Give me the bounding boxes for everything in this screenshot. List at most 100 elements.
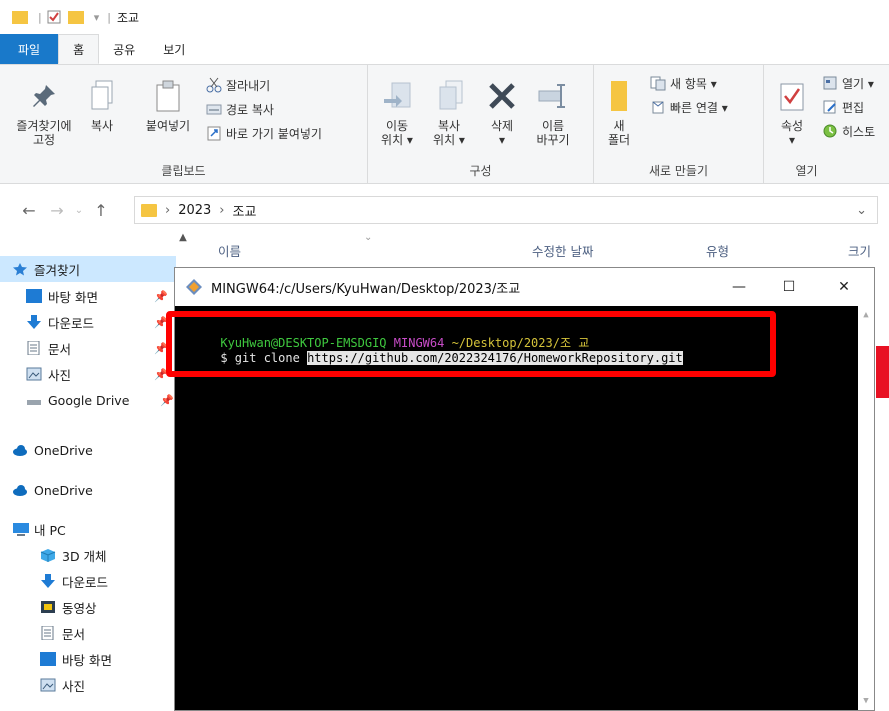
terminal-titlebar[interactable]: MINGW64:/c/Users/KyuHwan/Desktop/2023/조교… <box>175 268 874 306</box>
sidebar-item-onedrive-2[interactable]: OneDrive <box>0 477 176 503</box>
pictures-icon <box>26 367 42 381</box>
new-folder-qa-icon[interactable] <box>67 10 84 24</box>
sidebar-item-desktop[interactable]: 바탕 화면 📌 <box>0 283 176 309</box>
sidebar-item-label: 문서 <box>48 341 72 357</box>
scroll-down-icon[interactable]: ▼ <box>858 696 874 706</box>
computer-icon <box>12 522 29 536</box>
minimize-button[interactable]: — <box>715 268 763 306</box>
easy-access-button[interactable]: 빠른 연결 ▾ <box>650 97 728 117</box>
copy-path-icon <box>206 101 222 117</box>
window-titlebar: | ▾ | 조교 <box>0 0 889 34</box>
star-icon <box>12 262 28 276</box>
cut-button[interactable]: 잘라내기 <box>206 75 270 95</box>
sidebar-item-3d-objects[interactable]: 3D 개체 <box>0 542 176 568</box>
delete-icon <box>486 79 518 113</box>
breadcrumb-current[interactable]: 조교 <box>233 201 257 220</box>
address-bar[interactable]: › 2023 › 조교 ⌄ <box>134 196 878 224</box>
recent-locations-icon[interactable]: ⌄ <box>68 205 90 216</box>
easy-access-label: 빠른 연결 ▾ <box>670 100 728 115</box>
column-name[interactable]: 이름 <box>218 241 241 260</box>
new-folder-icon <box>603 79 635 113</box>
paste-button[interactable]: 붙여넣기 <box>140 79 196 133</box>
pin-label-2: 고정 <box>32 133 56 147</box>
terminal-scrollbar[interactable]: ▲ ▼ <box>858 306 874 710</box>
sidebar-scroll-up-icon[interactable]: ▲ <box>176 232 190 250</box>
properties-dropdown-icon[interactable]: ▾ <box>789 133 795 147</box>
open-icon <box>822 75 838 91</box>
edit-button[interactable]: 편집 <box>822 97 864 117</box>
qa-separator: | <box>38 10 42 24</box>
sidebar-item-desktop-pc[interactable]: 바탕 화면 <box>0 646 176 672</box>
breadcrumb-2023[interactable]: 2023 <box>178 203 211 218</box>
folder-icon <box>141 203 157 217</box>
scroll-up-icon[interactable]: ▲ <box>858 310 874 320</box>
qa-separator-2: | <box>107 10 111 24</box>
cloud-icon <box>12 443 28 457</box>
copy-icon <box>86 79 118 113</box>
sidebar-item-documents[interactable]: 문서 📌 <box>0 335 176 361</box>
move-to-label-2: 위치 ▾ <box>381 133 413 147</box>
copy-button[interactable]: 복사 <box>84 79 120 133</box>
maximize-button[interactable]: ☐ <box>765 268 813 306</box>
qa-dropdown-icon[interactable]: ▾ <box>94 11 100 24</box>
sidebar-item-label: 사진 <box>48 367 72 383</box>
move-to-button[interactable]: 이동 위치 ▾ <box>374 79 420 147</box>
sidebar-item-quick-access[interactable]: 즐겨찾기 <box>0 256 176 282</box>
open-button[interactable]: 열기 ▾ <box>822 73 874 93</box>
delete-button[interactable]: 삭제 ▾ <box>482 79 522 147</box>
up-icon[interactable]: ↑ <box>90 201 112 220</box>
new-folder-label-1: 새 <box>613 119 625 133</box>
download-icon <box>40 574 56 588</box>
pin-icon: 📌 <box>160 393 174 407</box>
column-size[interactable]: 크기 <box>848 241 871 260</box>
sidebar-item-this-pc[interactable]: 내 PC <box>0 516 176 542</box>
desktop-icon <box>40 652 56 666</box>
copy-path-button[interactable]: 경로 복사 <box>206 99 274 119</box>
sidebar-item-google-drive[interactable]: Google Drive 📌 <box>0 387 176 413</box>
group-new-label: 새로 만들기 <box>648 164 708 178</box>
history-button[interactable]: 히스토 <box>822 121 875 141</box>
sidebar-item-pictures[interactable]: 사진 📌 <box>0 361 176 387</box>
pin-icon <box>28 79 60 113</box>
delete-dropdown-icon[interactable]: ▾ <box>499 133 505 147</box>
cube-icon <box>40 548 56 562</box>
sidebar-item-pictures-pc[interactable]: 사진 <box>0 672 176 698</box>
back-icon[interactable]: ← <box>18 201 40 220</box>
forward-icon[interactable]: → <box>46 201 68 220</box>
address-dropdown-icon[interactable]: ⌄ <box>856 203 867 218</box>
close-button[interactable]: ✕ <box>820 268 868 306</box>
properties-button[interactable]: 속성 ▾ <box>774 79 810 147</box>
folder-icon <box>12 10 28 24</box>
sidebar-item-documents-pc[interactable]: 문서 <box>0 620 176 646</box>
desktop-icon <box>26 289 42 303</box>
sidebar-item-label: 바탕 화면 <box>62 652 112 668</box>
film-icon <box>40 600 56 614</box>
breadcrumb-sep-2: › <box>219 202 225 218</box>
tab-file[interactable]: 파일 <box>0 34 59 64</box>
sidebar-item-label: 즐겨찾기 <box>34 262 81 278</box>
rename-label-1: 이름 <box>541 119 565 133</box>
paste-shortcut-button[interactable]: 바로 가기 붙여넣기 <box>206 123 322 143</box>
sidebar-item-downloads[interactable]: 다운로드 📌 <box>0 309 176 335</box>
tab-share[interactable]: 공유 <box>99 34 149 64</box>
column-type[interactable]: 유형 <box>706 241 729 260</box>
sidebar-item-onedrive-1[interactable]: OneDrive <box>0 437 176 463</box>
copy-to-button[interactable]: 복사 위치 ▾ <box>426 79 472 147</box>
pin-to-quick-access-button[interactable]: 즐겨찾기에 고정 <box>8 79 80 147</box>
new-item-button[interactable]: 새 항목 ▾ <box>650 73 717 93</box>
sidebar-item-videos[interactable]: 동영상 <box>0 594 176 620</box>
column-date[interactable]: 수정한 날짜 <box>532 241 593 260</box>
tab-home[interactable]: 홈 <box>58 34 100 64</box>
sidebar-item-downloads-pc[interactable]: 다운로드 <box>0 568 176 594</box>
delete-label: 삭제 <box>490 119 514 133</box>
sidebar-item-label: 다운로드 <box>62 574 109 590</box>
properties-check-icon[interactable] <box>46 9 62 25</box>
navigation-pane: 즐겨찾기 바탕 화면 📌 다운로드 📌 문서 📌 사진 📌 Google Dri… <box>0 232 176 711</box>
new-folder-button[interactable]: 새 폴더 <box>604 79 634 147</box>
history-label: 히스토 <box>842 124 876 139</box>
sidebar-item-label: 사진 <box>62 678 86 694</box>
rename-button[interactable]: 이름 바꾸기 <box>528 79 578 147</box>
tab-view[interactable]: 보기 <box>149 34 199 64</box>
column-collapse-icon[interactable]: ⌄ <box>364 232 372 243</box>
rename-label-2: 바꾸기 <box>536 133 570 147</box>
